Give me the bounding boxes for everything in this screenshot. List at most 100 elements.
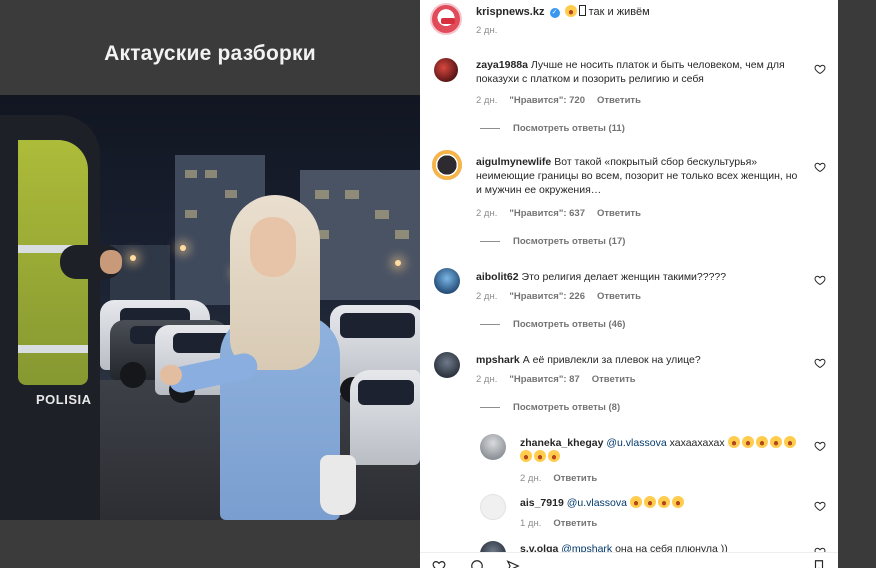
divider-line (480, 324, 500, 325)
comment-username[interactable]: mpshark (476, 354, 520, 366)
view-replies-label: Посмотреть ответы (11) (513, 123, 625, 134)
comment-age: 2 дн. (476, 95, 498, 106)
modal-backdrop[interactable] (838, 0, 876, 568)
laughing-emoji-icon (629, 496, 642, 508)
reply-avatar[interactable] (480, 494, 506, 520)
comment-body: zaya1988a Лучше не носить платок и быть … (476, 58, 806, 86)
street-light (130, 255, 136, 261)
laughing-emoji-icon (643, 496, 656, 508)
post-meta: 2 дн. (476, 25, 497, 36)
police-label: POLISIA (36, 392, 92, 407)
view-replies-label: Посмотреть ответы (17) (513, 236, 626, 247)
laughing-emoji-icon (534, 450, 546, 462)
video-bottom-bar (0, 520, 420, 568)
reply-username[interactable]: ais_7919 (520, 497, 564, 509)
author-username[interactable]: krispnews.kz (476, 6, 544, 18)
comment-avatar[interactable] (434, 58, 458, 82)
reply-age: 2 дн. (520, 473, 542, 484)
laughing-emoji-icon (741, 436, 754, 448)
view-replies-button[interactable]: Посмотреть ответы (46) (480, 319, 625, 330)
comment-avatar[interactable] (434, 268, 460, 294)
bookmark-icon[interactable] (812, 559, 826, 568)
comment-meta: 2 дн. "Нравится": 226 Ответить (476, 291, 641, 302)
laughing-emoji-icon (769, 436, 782, 448)
comment-text: Это религия делает женщин такими????? (521, 271, 727, 283)
laughing-emoji-icon (657, 496, 670, 508)
verified-badge-icon: ✓ (549, 8, 560, 18)
street-light (395, 260, 401, 266)
reply-meta: 1 дн. Ответить (520, 518, 597, 529)
reply-button[interactable]: Ответить (597, 291, 641, 302)
comment-meta: 2 дн. "Нравится": 720 Ответить (476, 95, 641, 106)
divider-line (480, 128, 500, 129)
reply-mention[interactable]: @u.vlassova (606, 437, 666, 449)
reply-button[interactable]: Ответить (597, 208, 641, 219)
video-frame (0, 95, 420, 520)
laughing-emoji-icon (671, 496, 684, 508)
comment-age: 2 дн. (476, 208, 498, 219)
divider-line (480, 407, 500, 408)
comment-username[interactable]: aigulmynewlife (476, 156, 551, 168)
post-caption: krispnews.kz ✓ так и живём (476, 5, 816, 19)
laughing-emoji-icon (564, 5, 577, 17)
laughing-emoji-icon (548, 450, 560, 462)
comment-text: А её привлекли за плевок на улице? (522, 354, 701, 366)
view-replies-label: Посмотреть ответы (8) (513, 402, 621, 413)
post-age: 2 дн. (476, 25, 498, 36)
heart-icon[interactable] (814, 500, 826, 512)
view-replies-button[interactable]: Посмотреть ответы (11) (480, 123, 625, 134)
like-icon[interactable] (432, 559, 446, 568)
woman-in-headscarf (160, 195, 360, 520)
laughing-emoji-icon (727, 436, 740, 448)
heart-icon[interactable] (814, 274, 826, 286)
divider-line (480, 241, 500, 242)
reply-username[interactable]: zhaneka_khegay (520, 437, 603, 449)
reply-text: хахаахахах (669, 437, 725, 449)
reply-button[interactable]: Ответить (553, 473, 597, 484)
view-replies-button[interactable]: Посмотреть ответы (8) (480, 402, 620, 413)
comment-age: 2 дн. (476, 291, 498, 302)
heart-icon[interactable] (814, 63, 826, 75)
comment-likes[interactable]: "Нравится": 226 (509, 291, 585, 302)
view-replies-button[interactable]: Посмотреть ответы (17) (480, 236, 625, 247)
comment-likes[interactable]: "Нравится": 87 (509, 374, 579, 385)
reply-button[interactable]: Ответить (592, 374, 636, 385)
comment-meta: 2 дн. "Нравится": 637 Ответить (476, 208, 641, 219)
reply-mention[interactable]: @u.vlassova (567, 497, 627, 509)
heart-icon[interactable] (814, 440, 826, 452)
comment-meta: 2 дн. "Нравится": 87 Ответить (476, 374, 636, 385)
laughing-emoji-icon (755, 436, 768, 448)
caption-text: так и живём (588, 6, 650, 18)
reply-age: 1 дн. (520, 518, 542, 529)
comment-icon[interactable] (470, 559, 484, 568)
reply-body: zhaneka_khegay @u.vlassova хахаахахах (520, 436, 810, 464)
comment-body: aibolit62 Это религия делает женщин таки… (476, 270, 806, 284)
post-action-bar (420, 552, 838, 568)
comment-likes[interactable]: "Нравится": 720 (509, 95, 585, 106)
police-officer (0, 95, 122, 520)
laughing-emoji-icon (520, 450, 532, 462)
comment-body: aigulmynewlife Вот такой «покрытый сбор … (476, 155, 806, 197)
comment-body: mpshark А её привлекли за плевок на улиц… (476, 353, 806, 367)
reply-meta: 2 дн. Ответить (520, 473, 597, 484)
post-video[interactable]: Актауские разборки POLISIA (0, 0, 420, 568)
comment-avatar[interactable] (432, 150, 462, 180)
reply-button[interactable]: Ответить (597, 95, 641, 106)
comment-age: 2 дн. (476, 374, 498, 385)
heart-icon[interactable] (814, 357, 826, 369)
reply-button[interactable]: Ответить (553, 518, 597, 529)
comment-avatar[interactable] (434, 352, 460, 378)
video-title: Актауские разборки (104, 42, 316, 65)
share-icon[interactable] (506, 559, 520, 568)
comment-username[interactable]: zaya1988a (476, 59, 528, 71)
car (350, 370, 420, 465)
heart-icon[interactable] (814, 161, 826, 173)
comments-panel[interactable]: krispnews.kz ✓ так и живём 2 дн. zaya198… (420, 0, 838, 568)
view-replies-label: Посмотреть ответы (46) (513, 319, 626, 330)
comment-likes[interactable]: "Нравится": 637 (509, 208, 585, 219)
reply-body: ais_7919 @u.vlassova (520, 496, 810, 510)
reply-avatar[interactable] (480, 434, 506, 460)
comment-username[interactable]: aibolit62 (476, 271, 519, 283)
author-avatar[interactable] (430, 3, 462, 35)
unknown-glyph-icon (578, 5, 586, 16)
